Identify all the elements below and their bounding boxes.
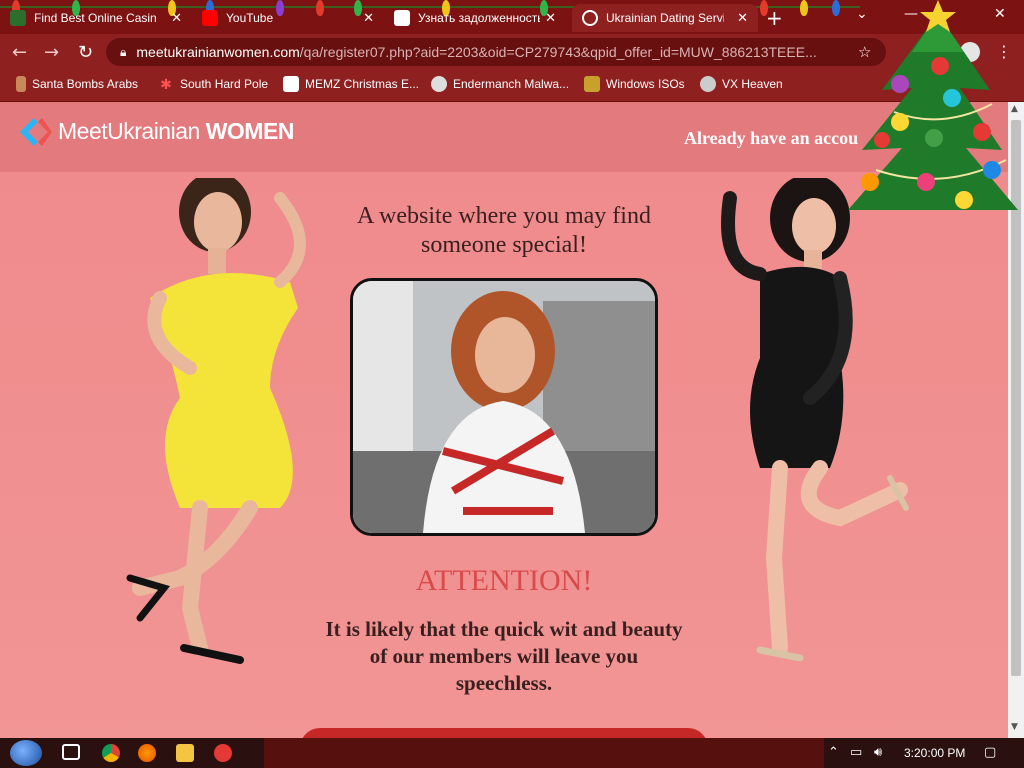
youtube-favicon (202, 10, 218, 26)
site-logo-icon[interactable] (20, 118, 52, 146)
app-icon[interactable] (214, 744, 232, 762)
start-button[interactable] (10, 740, 42, 766)
body-text: It is likely that the quick wit and beau… (280, 616, 728, 697)
tab-title: Find Best Online Casino (34, 11, 156, 25)
chrome-icon[interactable] (102, 744, 120, 762)
globe-favicon (582, 10, 598, 26)
site-favicon (394, 10, 410, 26)
featured-member-illustration (353, 281, 655, 533)
forward-arrow-icon[interactable]: → (44, 42, 59, 63)
skull-icon (431, 76, 447, 92)
attention-heading: ATTENTION! (415, 564, 593, 597)
close-icon[interactable]: ✕ (737, 10, 748, 26)
close-icon[interactable]: ✕ (545, 10, 556, 26)
bookmark-memz[interactable]: MEMZ Christmas E... (283, 76, 419, 92)
network-icon[interactable]: ▭ (850, 745, 862, 760)
firefox-icon[interactable] (138, 744, 156, 762)
christmas-tree-icon (848, 0, 1018, 210)
bookmark-label: Windows ISOs (606, 77, 685, 91)
tagline-line: someone special! (421, 232, 587, 258)
task-view-icon[interactable] (62, 744, 80, 760)
chevron-up-icon[interactable]: ⌃ (828, 745, 839, 760)
featured-member-photo (350, 278, 658, 536)
address-bar[interactable]: 🔒︎ meetukrainianwomen.com /qa/register07… (106, 38, 886, 66)
windows-icon (584, 76, 600, 92)
volume-icon[interactable]: 🔊︎ (874, 745, 882, 760)
login-link[interactable]: Already have an accou (684, 128, 858, 149)
back-arrow-icon[interactable]: ← (12, 42, 27, 63)
close-icon[interactable]: ✕ (171, 10, 182, 26)
lock-icon[interactable]: 🔒︎ (120, 45, 126, 60)
vx-icon (700, 76, 716, 92)
bookmark-label: Santa Bombs Arabs (32, 77, 139, 91)
model-right-image (721, 178, 909, 662)
santa-icon (16, 76, 26, 92)
file-explorer-icon[interactable] (176, 744, 194, 762)
tab-dating[interactable]: Ukrainian Dating Services ✕ (572, 4, 758, 32)
taskbar: ⌃ ▭ 🔊︎ 3:20:00 PM ▢ (0, 738, 1024, 768)
bookmark-label: Endermanch Malwa... (453, 77, 570, 91)
christmas-light (832, 0, 840, 16)
reload-icon[interactable]: ↻ (78, 42, 93, 63)
url-path: /qa/register07.php?aid=2203&oid=CP279743… (299, 44, 817, 60)
tab-title: Узнать задолженность (418, 11, 540, 25)
tab-youtube[interactable]: YouTube ✕ (192, 4, 384, 32)
snowflake-icon: ✱ (160, 76, 172, 92)
bookmark-endermanch[interactable]: Endermanch Malwa... (431, 76, 569, 92)
christmas-light (800, 0, 808, 16)
scroll-down-arrow-icon[interactable]: ▼ (1011, 722, 1018, 732)
tab-title: Ukrainian Dating Services (606, 11, 724, 25)
memz-icon (283, 76, 299, 92)
tab-title: YouTube (226, 11, 274, 25)
clock[interactable]: 3:20:00 PM (904, 746, 965, 760)
cta-button[interactable] (300, 728, 708, 738)
url-host: meetukrainianwomen.com (136, 44, 300, 60)
bookmark-label: MEMZ Christmas E... (305, 77, 420, 91)
model-left-image (126, 178, 306, 664)
bookmark-label: South Hard Pole (180, 77, 269, 91)
body-line: of our members will leave you (369, 644, 639, 668)
body-line: It is likely that the quick wit and beau… (325, 617, 683, 641)
tab-debt[interactable]: Узнать задолженность ✕ (384, 4, 566, 32)
logo-prefix: MeetUkrainian (58, 118, 200, 144)
bookmark-windows-isos[interactable]: Windows ISOs (584, 76, 685, 92)
tagline-line: A website where you may find (357, 203, 651, 229)
casino-favicon (10, 10, 26, 26)
bookmark-south-hard-pole[interactable]: ✱ South Hard Pole (158, 76, 268, 92)
taskbar-highlight (264, 738, 824, 768)
bookmark-vx-heaven[interactable]: VX Heaven (700, 76, 783, 92)
site-logo[interactable]: MeetUkrainian WOMEN (58, 118, 294, 145)
new-tab-button[interactable]: + (766, 6, 783, 30)
bookmark-label: VX Heaven (722, 77, 783, 91)
logo-suffix: WOMEN (205, 118, 295, 144)
bookmark-santa-bombs-arabs[interactable]: Santa Bombs Arabs (16, 76, 138, 92)
close-icon[interactable]: ✕ (363, 10, 374, 26)
tagline: A website where you may find someone spe… (300, 202, 708, 260)
tab-casino[interactable]: Find Best Online Casino ✕ (0, 4, 192, 32)
notification-icon[interactable]: ▢ (984, 745, 996, 760)
body-line: speechless. (455, 671, 553, 695)
